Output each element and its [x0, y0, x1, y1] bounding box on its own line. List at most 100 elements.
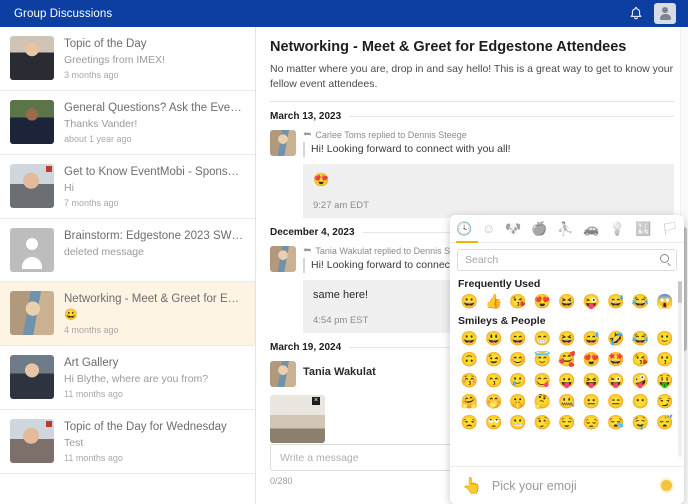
emoji-cell[interactable]: 🤩: [604, 349, 628, 370]
conversation-list[interactable]: Topic of the Day Greetings from IMEX! 3 …: [0, 27, 256, 504]
list-item[interactable]: Art Gallery Hi Blythe, where are you fro…: [0, 346, 255, 410]
attachment-thumbnail[interactable]: ×: [270, 395, 325, 443]
emoji-cell[interactable]: 😬: [506, 412, 530, 433]
emoji-cell[interactable]: 😴: [653, 412, 677, 433]
conversation-title: Brainstorm: Edgestone 2023 SWO…: [64, 230, 245, 242]
travel-tab-icon[interactable]: 🚗: [583, 222, 599, 235]
emoji-cell[interactable]: 🤣: [604, 328, 628, 349]
emoji-cell[interactable]: 🤐: [555, 391, 579, 412]
emoji-cell[interactable]: 🤪: [628, 370, 652, 391]
emoji-cell[interactable]: 😆: [555, 328, 579, 349]
emoji-cell[interactable]: 😉: [481, 349, 505, 370]
emoji-cell[interactable]: 🤗: [457, 391, 481, 412]
conversation-snippet: Test: [64, 437, 84, 449]
emoji-scrollbar-track[interactable]: [678, 281, 682, 457]
emoji-cell[interactable]: 🤤: [628, 412, 652, 433]
search-input[interactable]: [457, 249, 677, 271]
emoji-cell[interactable]: 👍: [481, 291, 505, 312]
emoji-grid-frequent[interactable]: 😀 👍 😘 😍 😆 😜 😅 😂 😱: [457, 291, 677, 312]
conversation-snippet: Thanks Vander!: [64, 118, 138, 130]
list-item[interactable]: Get to Know EventMobi - Sponsor… Hi 7 mo…: [0, 155, 255, 219]
conversation-title: General Questions? Ask the Event…: [64, 102, 245, 114]
emoji-cell[interactable]: 😗: [653, 349, 677, 370]
emoji-cell[interactable]: 😍: [579, 349, 603, 370]
food-tab-icon[interactable]: 🍎: [531, 222, 547, 235]
animals-tab-icon[interactable]: 🐶: [505, 222, 521, 235]
date-label: March 19, 2024: [270, 342, 342, 353]
smileys-tab-icon[interactable]: ☺: [482, 222, 495, 235]
avatar: [10, 100, 54, 144]
close-icon[interactable]: ×: [312, 397, 320, 405]
symbols-tab-icon[interactable]: 🔣: [635, 222, 651, 235]
thread-header: Networking - Meet & Greet for Edgestone …: [256, 27, 688, 92]
emoji-cell[interactable]: 😀: [457, 328, 481, 349]
avatar-placeholder-icon: [10, 228, 54, 272]
emoji-cell[interactable]: 😙: [481, 370, 505, 391]
skin-tone-selector[interactable]: [661, 480, 672, 491]
emoji-cell[interactable]: 😋: [530, 370, 554, 391]
emoji-scroll-area[interactable]: Frequently Used 😀 👍 😘 😍 😆 😜 😅 😂 😱 Smileys & Peop…: [450, 275, 684, 466]
conversation-title: Networking - Meet & Greet for Ed…: [64, 293, 245, 305]
message-text: 😍: [313, 172, 330, 187]
emoji-picker[interactable]: 🕓 ☺ 🐶 🍎 ⛹ 🚗 💡 🔣 🏳 Frequently Used 😀👍😘😍😆😜…: [450, 215, 684, 504]
emoji-cell[interactable]: 🙃: [457, 349, 481, 370]
emoji-cell[interactable]: 😃: [481, 328, 505, 349]
recent-tab-icon[interactable]: 🕓: [456, 222, 472, 235]
user-avatar-icon[interactable]: [654, 3, 676, 24]
emoji-cell[interactable]: 😒: [457, 412, 481, 433]
emoji-cell[interactable]: 😶: [628, 391, 652, 412]
emoji-cell[interactable]: 😄: [506, 328, 530, 349]
emoji-cell[interactable]: 😚: [457, 370, 481, 391]
conversation-snippet: deleted message: [64, 246, 144, 258]
objects-tab-icon[interactable]: 💡: [609, 222, 625, 235]
emoji-cell[interactable]: 😑: [604, 391, 628, 412]
emoji-cell[interactable]: 😏: [653, 391, 677, 412]
bell-icon[interactable]: [628, 6, 644, 22]
emoji-cell[interactable]: 😁: [530, 328, 554, 349]
emoji-cell[interactable]: 🥲: [506, 370, 530, 391]
emoji-search: [450, 243, 684, 275]
emoji-cell[interactable]: 😐: [579, 391, 603, 412]
emoji-cell[interactable]: 😔: [579, 412, 603, 433]
thread-title: Networking - Meet & Greet for Edgestone …: [270, 39, 627, 55]
list-item[interactable]: General Questions? Ask the Event… Thanks…: [0, 91, 255, 155]
list-item[interactable]: Brainstorm: Edgestone 2023 SWO… deleted …: [0, 219, 255, 282]
emoji-cell[interactable]: 🙂: [653, 328, 677, 349]
list-item-active[interactable]: Networking - Meet & Greet for Ed… 😀 4 mo…: [0, 282, 255, 346]
emoji-cell[interactable]: 🙄: [481, 412, 505, 433]
reply-arrow-icon: ➦: [303, 245, 312, 256]
conversation-time: about 1 year ago: [64, 134, 132, 144]
emoji-cell[interactable]: 🥰: [555, 349, 579, 370]
emoji-cell[interactable]: 😘: [628, 349, 652, 370]
emoji-cell[interactable]: 😅: [579, 328, 603, 349]
message-time: 9:27 am EDT: [313, 200, 369, 211]
emoji-cell[interactable]: 😇: [530, 349, 554, 370]
emoji-cell[interactable]: 😀: [457, 291, 481, 312]
list-item[interactable]: Topic of the Day for Wednesday Test 11 m…: [0, 410, 255, 474]
emoji-cell[interactable]: 😱: [653, 291, 677, 312]
emoji-scrollbar-thumb[interactable]: [678, 281, 682, 303]
emoji-cell[interactable]: 😅: [604, 291, 628, 312]
emoji-cell[interactable]: 😆: [555, 291, 579, 312]
emoji-cell[interactable]: 😛: [555, 370, 579, 391]
flags-tab-icon[interactable]: 🏳: [661, 222, 678, 235]
emoji-cell[interactable]: 🤭: [481, 391, 505, 412]
emoji-cell[interactable]: 🤥: [530, 412, 554, 433]
emoji-cell[interactable]: 🤫: [506, 391, 530, 412]
emoji-cell[interactable]: 🤑: [653, 370, 677, 391]
emoji-cell[interactable]: 🤔: [530, 391, 554, 412]
emoji-picker-tabs[interactable]: 🕓 ☺ 🐶 🍎 ⛹ 🚗 💡 🔣 🏳: [450, 215, 684, 243]
emoji-cell[interactable]: 😊: [506, 349, 530, 370]
emoji-cell[interactable]: 😂: [628, 291, 652, 312]
emoji-cell[interactable]: 😌: [555, 412, 579, 433]
emoji-cell[interactable]: 😜: [604, 370, 628, 391]
emoji-cell[interactable]: 😪: [604, 412, 628, 433]
emoji-cell[interactable]: 😂: [628, 328, 652, 349]
emoji-cell[interactable]: 😍: [530, 291, 554, 312]
emoji-cell[interactable]: 😜: [579, 291, 603, 312]
emoji-cell[interactable]: 😘: [506, 291, 530, 312]
activity-tab-icon[interactable]: ⛹: [557, 222, 573, 235]
list-item[interactable]: Topic of the Day Greetings from IMEX! 3 …: [0, 27, 255, 91]
emoji-cell[interactable]: 😝: [579, 370, 603, 391]
emoji-grid-smileys[interactable]: 😀 😃 😄 😁 😆 😅 🤣 😂 🙂 🙃 😉 😊 😇 🥰 😍 🤩 😘 😗 😚 😙 🥲 😋 😛 😝 😜 🤪 🤑 🤗 🤭 🤫 🤔 🤐 😐 😑 😶 😏 😒 🙄 😬 🤥…: [457, 328, 677, 433]
